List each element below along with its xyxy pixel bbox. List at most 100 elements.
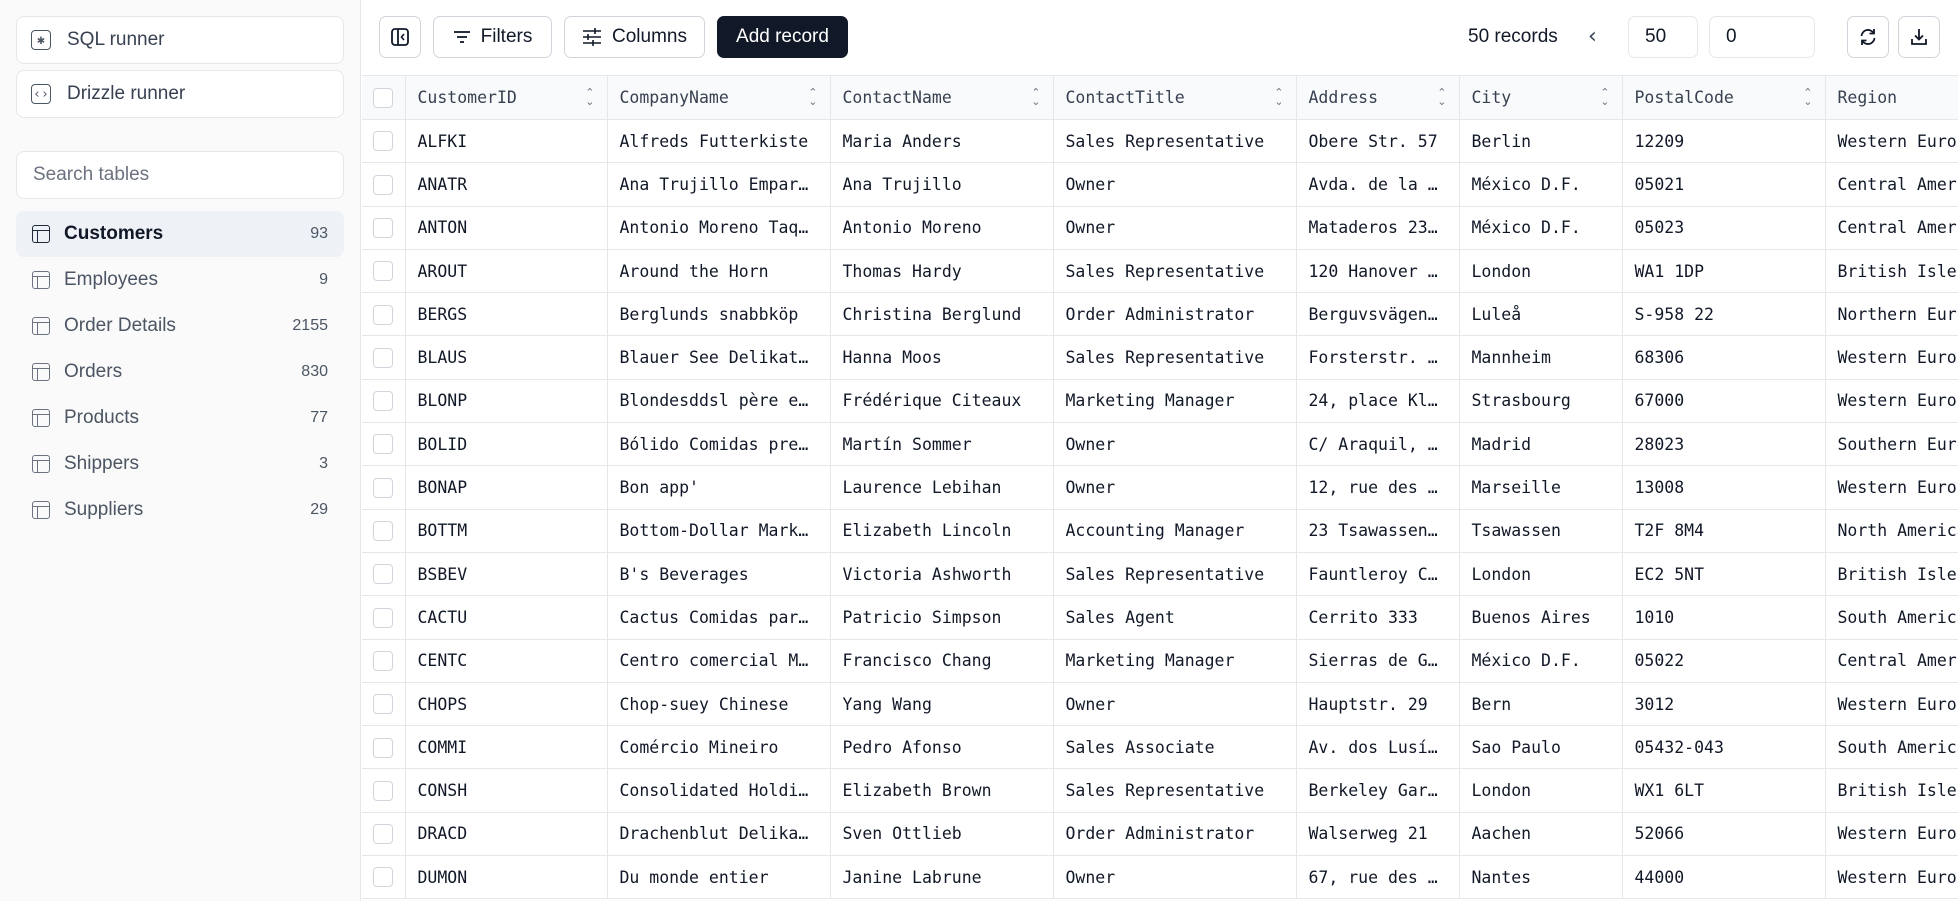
sidebar-item-orders[interactable]: Orders 830 xyxy=(16,349,344,395)
sidebar-item-products[interactable]: Products 77 xyxy=(16,395,344,441)
table-cell[interactable]: Francisco Chang xyxy=(830,639,1054,683)
sort-icon[interactable]: ⌃ ⌄ xyxy=(1437,87,1446,106)
table-cell[interactable]: Victoria Ashworth xyxy=(830,552,1054,597)
sort-icon[interactable]: ⌃ ⌄ xyxy=(1274,87,1283,106)
table-cell[interactable]: Mannheim xyxy=(1459,335,1623,380)
table-cell[interactable]: BONAP xyxy=(405,465,608,510)
table-cell[interactable]: Elizabeth Lincoln xyxy=(830,509,1054,553)
table-cell[interactable]: BERGS xyxy=(405,292,608,337)
table-cell[interactable]: Owner xyxy=(1053,682,1297,727)
table-cell[interactable]: ANATR xyxy=(405,162,608,207)
table-row[interactable]: COMMI Comércio Mineiro Pedro Afonso Sales A… xyxy=(362,725,1958,770)
column-header-address[interactable]: Address ⌃ ⌄ xyxy=(1296,75,1460,120)
table-cell[interactable]: London xyxy=(1459,552,1623,597)
table-cell[interactable]: British Isles xyxy=(1825,768,1958,813)
table-cell[interactable]: S-958 22 xyxy=(1622,292,1826,337)
table-cell[interactable]: 28023 xyxy=(1622,422,1826,467)
table-cell[interactable]: Order Administrator xyxy=(1053,292,1297,337)
table-cell[interactable]: BSBEV xyxy=(405,552,608,597)
table-cell[interactable]: BOLID xyxy=(405,422,608,467)
table-cell[interactable]: ALFKI xyxy=(405,119,608,164)
table-cell[interactable]: 3012 xyxy=(1622,682,1826,727)
table-cell[interactable]: Marketing Manager xyxy=(1053,379,1297,424)
table-cell[interactable]: Sales Representative xyxy=(1053,335,1297,380)
table-cell[interactable]: Consolidated Holdings xyxy=(607,768,831,813)
row-checkbox[interactable] xyxy=(373,261,394,282)
table-cell[interactable]: México D.F. xyxy=(1459,639,1623,683)
table-cell[interactable]: Cactus Comidas para llevar xyxy=(607,595,831,640)
table-cell[interactable]: CONSH xyxy=(405,768,608,813)
table-row[interactable]: BOTTM Bottom-Dollar Markets Elizabeth Linc… xyxy=(362,509,1958,553)
table-row[interactable]: CACTUCactus Comidas para llevarPatricio … xyxy=(362,595,1958,640)
table-cell[interactable]: T2F 8M4 xyxy=(1622,509,1826,553)
table-cell[interactable]: Western Europe xyxy=(1825,855,1958,900)
table-cell[interactable]: CACTU xyxy=(405,595,608,640)
table-cell[interactable]: Blondesddsl père et fils xyxy=(607,379,831,424)
table-row[interactable]: DRACDDrachenblut DelikatessenSven Ottlie… xyxy=(362,812,1958,857)
table-cell[interactable]: Central America xyxy=(1825,206,1958,250)
table-cell[interactable]: Sierras de Granada 9993 xyxy=(1296,639,1460,683)
row-checkbox[interactable] xyxy=(373,564,394,585)
table-cell[interactable]: Berkeley Gardens 12 Brewery xyxy=(1296,768,1460,813)
table-cell[interactable]: Laurence Lebihan xyxy=(830,465,1054,510)
table-cell[interactable]: 05432-043 xyxy=(1622,725,1826,770)
row-checkbox[interactable] xyxy=(373,824,394,845)
table-cell[interactable]: Walserweg 21 xyxy=(1296,812,1460,857)
table-cell[interactable]: Sales Representative xyxy=(1053,249,1297,294)
table-cell[interactable]: 24, place Kléber xyxy=(1296,379,1460,424)
table-cell[interactable]: DUMON xyxy=(405,855,608,900)
table-cell[interactable]: Sales Agent xyxy=(1053,595,1297,640)
filters-button[interactable]: Filters xyxy=(433,16,552,58)
table-cell[interactable]: 13008 xyxy=(1622,465,1826,510)
table-cell[interactable]: Centro comercial Moctezuma xyxy=(607,639,831,683)
column-header-contacttitle[interactable]: ContactTitle ⌃ ⌄ xyxy=(1053,75,1297,120)
table-row[interactable]: BSBEV B's Beverages Victoria Ashworth Sales… xyxy=(362,552,1958,597)
row-checkbox[interactable] xyxy=(373,780,394,801)
table-cell[interactable]: Pedro Afonso xyxy=(830,725,1054,770)
prev-page-icon[interactable]: ‹ xyxy=(1588,24,1597,49)
table-row[interactable]: ANTON Antonio Moreno Taquería Antonio More… xyxy=(362,206,1958,250)
table-cell[interactable]: Sao Paulo xyxy=(1459,725,1623,770)
table-cell[interactable]: 68306 xyxy=(1622,335,1826,380)
table-cell[interactable]: Central America xyxy=(1825,162,1958,207)
table-cell[interactable]: Western Europe xyxy=(1825,812,1958,857)
limit-input[interactable] xyxy=(1628,16,1698,58)
column-header-city[interactable]: City ⌃ ⌄ xyxy=(1459,75,1623,120)
table-row[interactable]: BERGS Berglunds snabbköp Christina Berglun… xyxy=(362,292,1958,337)
table-cell[interactable]: Berglunds snabbköp xyxy=(607,292,831,337)
table-cell[interactable]: México D.F. xyxy=(1459,162,1623,207)
table-cell[interactable]: 52066 xyxy=(1622,812,1826,857)
sort-icon[interactable]: ⌃ ⌄ xyxy=(1803,87,1812,106)
sort-icon[interactable]: ⌃ ⌄ xyxy=(585,87,594,106)
row-checkbox[interactable] xyxy=(373,304,394,325)
column-header-customerid[interactable]: CustomerID ⌃ ⌄ xyxy=(405,75,608,120)
table-cell[interactable]: South America xyxy=(1825,725,1958,770)
table-cell[interactable]: Order Administrator xyxy=(1053,812,1297,857)
row-checkbox[interactable] xyxy=(373,694,394,715)
table-cell[interactable]: Marketing Manager xyxy=(1053,639,1297,683)
table-cell[interactable]: Frédérique Citeaux xyxy=(830,379,1054,424)
table-cell[interactable]: Sales Associate xyxy=(1053,725,1297,770)
table-cell[interactable]: Western Europe xyxy=(1825,335,1958,380)
table-cell[interactable]: Chop-suey Chinese xyxy=(607,682,831,727)
table-cell[interactable]: Owner xyxy=(1053,855,1297,900)
table-cell[interactable]: Central America xyxy=(1825,639,1958,683)
search-tables-input[interactable] xyxy=(16,151,344,199)
table-cell[interactable]: BLONP xyxy=(405,379,608,424)
row-checkbox[interactable] xyxy=(373,347,394,368)
select-all-checkbox[interactable] xyxy=(373,87,394,108)
table-cell[interactable]: DRACD xyxy=(405,812,608,857)
table-cell[interactable]: 12, rue des Bouchers xyxy=(1296,465,1460,510)
table-cell[interactable]: North America xyxy=(1825,509,1958,553)
table-cell[interactable]: Western Europe xyxy=(1825,682,1958,727)
table-cell[interactable]: Forsterstr. 57 xyxy=(1296,335,1460,380)
table-cell[interactable]: Obere Str. 57 xyxy=(1296,119,1460,164)
table-cell[interactable]: Sales Representative xyxy=(1053,552,1297,597)
table-cell[interactable]: Patricio Simpson xyxy=(830,595,1054,640)
table-cell[interactable]: Sales Representative xyxy=(1053,768,1297,813)
table-cell[interactable]: 05021 xyxy=(1622,162,1826,207)
table-row[interactable]: BOLIDBólido Comidas preparadasMartín Som… xyxy=(362,422,1958,467)
sort-icon[interactable]: ⌃ ⌄ xyxy=(1031,87,1040,106)
table-cell[interactable]: Av. dos Lusíadas, 23 xyxy=(1296,725,1460,770)
table-cell[interactable]: Ana Trujillo xyxy=(830,162,1054,207)
